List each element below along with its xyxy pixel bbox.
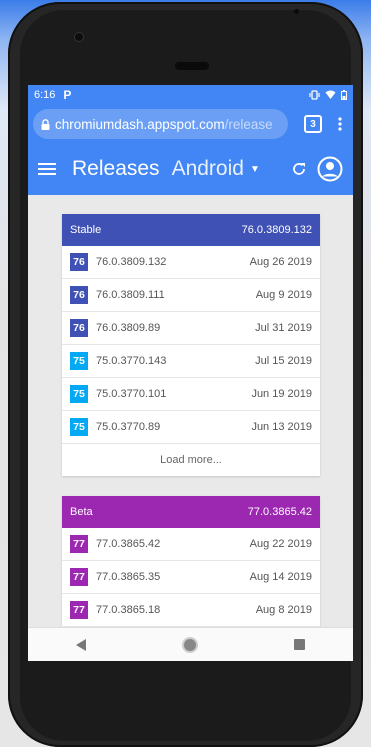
front-camera [74, 32, 84, 42]
release-row[interactable]: 75 75.0.3770.89 Jun 13 2019 [62, 411, 320, 444]
release-date: Aug 22 2019 [249, 538, 312, 550]
recent-apps-icon[interactable] [294, 639, 305, 650]
release-row[interactable]: 77 77.0.3865.18 Aug 8 2019 [62, 594, 320, 627]
browser-toolbar: chromiumdash.appspot.com/release 3 [28, 105, 353, 143]
milestone-badge: 77 [70, 568, 88, 586]
channel-name: Stable [70, 224, 102, 236]
release-version: 75.0.3770.101 [96, 388, 167, 400]
release-date: Aug 26 2019 [249, 256, 312, 268]
channel-name: Beta [70, 506, 93, 518]
milestone-badge: 76 [70, 253, 88, 271]
load-more-button[interactable]: Load more... [62, 444, 320, 476]
release-date: Jul 31 2019 [255, 322, 312, 334]
refresh-icon[interactable] [291, 161, 307, 177]
release-version: 75.0.3770.143 [96, 355, 167, 367]
page-title: Releases [72, 157, 160, 180]
earpiece-speaker [175, 62, 209, 70]
lock-icon [41, 118, 50, 130]
home-icon[interactable] [182, 636, 198, 653]
url-host: chromiumdash.appspot.com [55, 116, 225, 132]
release-row[interactable]: 77 77.0.3865.35 Aug 14 2019 [62, 561, 320, 594]
caret-down-icon[interactable]: ▼ [250, 164, 260, 175]
battery-icon [341, 90, 347, 100]
release-version: 76.0.3809.132 [96, 256, 167, 268]
release-date: Aug 9 2019 [255, 289, 312, 301]
release-row[interactable]: 76 76.0.3809.89 Jul 31 2019 [62, 312, 320, 345]
release-row[interactable]: 75 75.0.3770.101 Jun 19 2019 [62, 378, 320, 411]
release-row[interactable]: 76 76.0.3809.111 Aug 9 2019 [62, 279, 320, 312]
channel-current-version: 76.0.3809.132 [241, 224, 312, 236]
release-date: Jul 15 2019 [255, 355, 312, 367]
status-bar: 6:16 P [28, 85, 353, 105]
back-icon[interactable] [76, 638, 86, 651]
release-version: 76.0.3809.111 [96, 289, 165, 301]
stable-channel-card: Stable 76.0.3809.132 76 76.0.3809.132 Au… [62, 214, 320, 476]
browser-menu-icon[interactable] [338, 116, 342, 132]
release-version: 77.0.3865.35 [96, 571, 161, 583]
release-date: Jun 13 2019 [251, 421, 312, 433]
milestone-badge: 77 [70, 601, 88, 619]
status-icons [309, 90, 347, 100]
release-date: Aug 14 2019 [249, 571, 312, 583]
beta-channel-card: Beta 77.0.3865.42 77 77.0.3865.42 Aug 22… [62, 496, 320, 627]
release-version: 76.0.3809.89 [96, 322, 161, 334]
release-row[interactable]: 75 75.0.3770.143 Jul 15 2019 [62, 345, 320, 378]
address-bar[interactable]: chromiumdash.appspot.com/release [33, 109, 288, 139]
release-row[interactable]: 76 76.0.3809.132 Aug 26 2019 [62, 246, 320, 279]
release-date: Aug 8 2019 [255, 604, 312, 616]
milestone-badge: 75 [70, 385, 88, 403]
url-path: /release [224, 116, 273, 132]
milestone-badge: 76 [70, 319, 88, 337]
release-date: Jun 19 2019 [251, 388, 312, 400]
platform-dropdown[interactable]: Android [172, 157, 244, 181]
account-icon[interactable] [317, 156, 343, 182]
system-navigation-bar [28, 627, 353, 661]
stable-channel-header: Stable 76.0.3809.132 [62, 214, 320, 246]
proximity-sensor [294, 9, 299, 14]
release-version: 77.0.3865.18 [96, 604, 161, 616]
milestone-badge: 77 [70, 535, 88, 553]
milestone-badge: 75 [70, 418, 88, 436]
wifi-icon [325, 90, 336, 99]
release-version: 77.0.3865.42 [96, 538, 161, 550]
status-time: 6:16 [34, 89, 56, 101]
parking-notification-icon: P [63, 88, 72, 102]
device-screen: 6:16 P chromiumdash.appspot.com/release … [28, 85, 353, 661]
vibrate-icon [309, 90, 320, 100]
releases-content[interactable]: Stable 76.0.3809.132 76 76.0.3809.132 Au… [28, 195, 353, 628]
milestone-badge: 76 [70, 286, 88, 304]
release-row[interactable]: 77 77.0.3865.42 Aug 22 2019 [62, 528, 320, 561]
tab-switcher-button[interactable]: 3 [304, 115, 322, 133]
hamburger-menu-icon[interactable] [38, 163, 56, 175]
release-version: 75.0.3770.89 [96, 421, 161, 433]
milestone-badge: 75 [70, 352, 88, 370]
beta-channel-header: Beta 77.0.3865.42 [62, 496, 320, 528]
app-bar: Releases Android ▼ [28, 143, 353, 195]
channel-current-version: 77.0.3865.42 [247, 506, 312, 518]
